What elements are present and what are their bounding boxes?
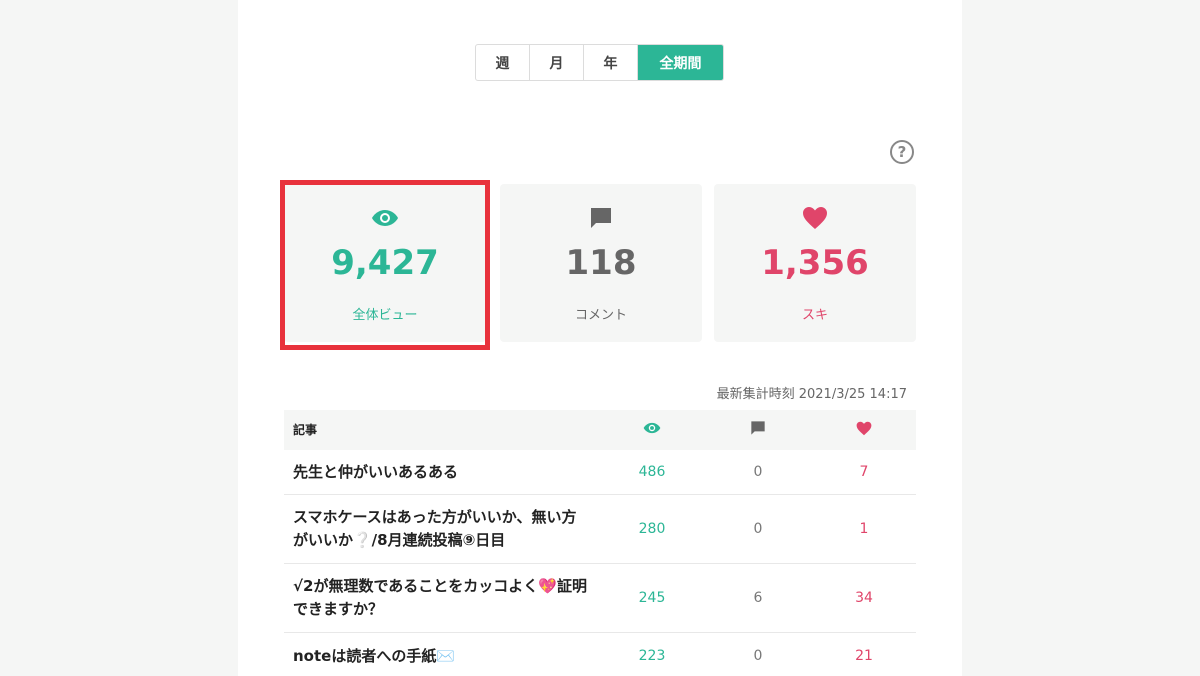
views-label: 全体ビュー [352,308,418,323]
heart-icon [802,206,828,230]
eye-icon [371,206,399,230]
row-likes: 1 [859,521,869,537]
table-row[interactable]: 先生と仲がいいあるある 486 0 7 [284,450,916,495]
row-likes: 7 [859,464,869,480]
row-comments: 0 [753,464,763,480]
tab-week[interactable]: 週 [476,45,530,80]
article-title[interactable]: 先生と仲がいいあるある [284,461,600,484]
table-row[interactable]: スマホケースはあった方がいいか、無い方がいいか❔/8月連続投稿⑨日目 280 0… [284,495,916,564]
tab-month[interactable]: 月 [530,45,584,80]
tab-all-time[interactable]: 全期間 [638,45,723,80]
article-title[interactable]: noteは読者への手紙✉️ [284,645,600,668]
likes-total: 1,356 [761,243,869,283]
last-updated-timestamp: 最新集計時刻 2021/3/25 14:17 [716,387,907,402]
row-views: 245 [638,590,666,606]
likes-label: スキ [801,308,828,323]
row-likes: 21 [855,648,873,664]
article-title[interactable]: √2が無理数であることをカッコよく💖証明できますか？ [284,575,600,621]
comment-icon [750,420,766,440]
column-header-views[interactable] [600,422,704,438]
comments-label: コメント [574,308,627,323]
row-likes: 34 [855,590,873,606]
views-total: 9,427 [331,243,439,283]
row-views: 223 [638,648,666,664]
column-header-article: 記事 [293,422,318,437]
column-header-comments[interactable] [704,420,812,440]
row-comments: 0 [753,648,763,664]
article-stats-table: 記事 先生と仲がいいあるある 486 0 7 スマホケースはあった方がいいか、無… [284,410,916,676]
table-row[interactable]: noteは読者への手紙✉️ 223 0 21 [284,633,916,676]
likes-card[interactable]: 1,356 スキ [714,184,916,342]
views-card[interactable]: 9,427 全体ビュー [284,184,486,342]
row-views: 280 [638,521,666,537]
comment-icon [589,206,613,230]
article-title[interactable]: スマホケースはあった方がいいか、無い方がいいか❔/8月連続投稿⑨日目 [284,506,600,552]
tab-year[interactable]: 年 [584,45,638,80]
period-tabs: 週 月 年 全期間 [475,44,724,81]
heart-icon [856,421,872,440]
table-row[interactable]: √2が無理数であることをカッコよく💖証明できますか？ 245 6 34 [284,564,916,633]
row-views: 486 [638,464,666,480]
table-header: 記事 [284,410,916,450]
help-icon[interactable]: ? [890,140,914,164]
comments-total: 118 [565,243,637,283]
comments-card[interactable]: 118 コメント [500,184,702,342]
eye-icon [643,422,661,438]
row-comments: 6 [753,590,763,606]
column-header-likes[interactable] [812,421,916,440]
row-comments: 0 [753,521,763,537]
